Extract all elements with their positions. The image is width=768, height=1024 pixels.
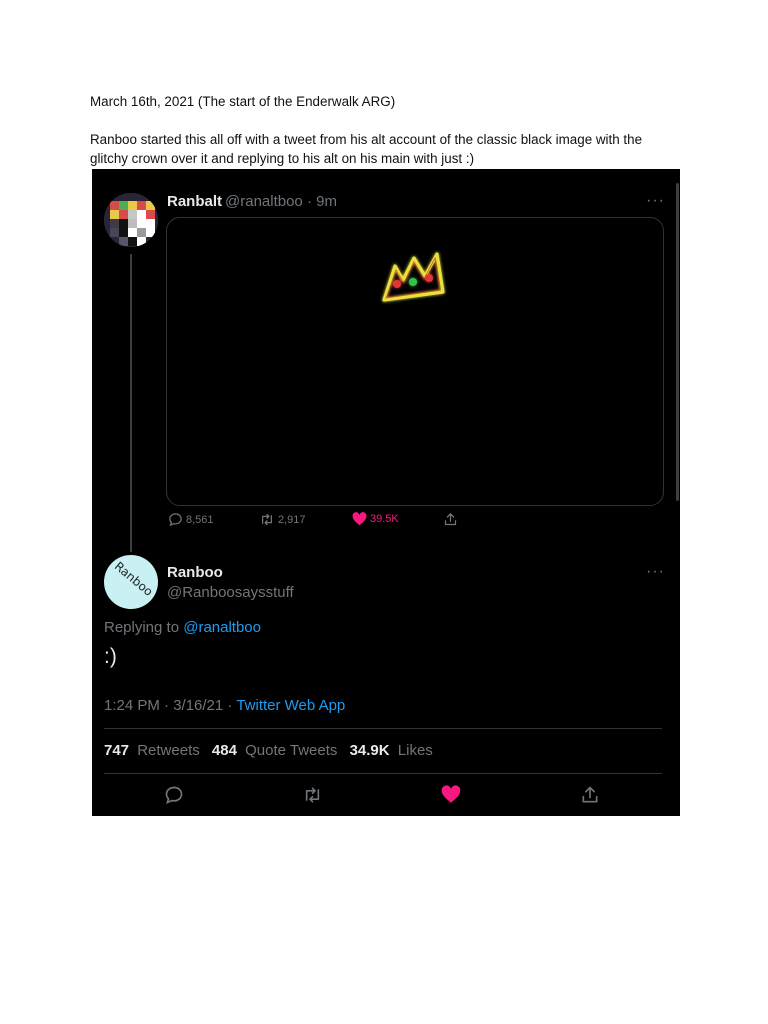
share-icon <box>582 786 598 803</box>
tweet-source[interactable]: Twitter Web App <box>236 697 345 714</box>
ranboo-avatar[interactable]: Ranboo <box>104 555 158 609</box>
quote-tweets-count: 484 <box>211 742 237 759</box>
retweets-label: Retweets <box>137 742 200 759</box>
replying-to-line: Replying to @ranaltboo <box>104 619 261 636</box>
share-button[interactable] <box>580 785 600 810</box>
ranbalt-display-name[interactable]: Ranbalt <box>167 193 222 210</box>
likes-stat[interactable]: 34.9K Likes <box>350 742 437 759</box>
ranboo-display-name[interactable]: Ranboo <box>167 564 223 581</box>
like-count: 39.5K <box>370 513 399 525</box>
thread-connector-line <box>130 254 132 552</box>
document-heading: March 16th, 2021 (The start of the Ender… <box>90 94 396 109</box>
replying-to-label: Replying to <box>104 619 180 636</box>
likes-count: 34.9K <box>349 742 390 759</box>
like-button[interactable] <box>441 785 461 809</box>
heart-icon <box>352 512 367 526</box>
tweet-timestamp[interactable]: 1:24 PM · 3/16/21 · <box>104 697 232 714</box>
likes-label: Likes <box>397 742 433 759</box>
more-options-icon[interactable]: ··· <box>646 192 665 210</box>
divider <box>104 773 662 774</box>
separator-dot: · <box>306 193 312 210</box>
reply-count: 8,561 <box>186 513 214 526</box>
retweet-icon <box>305 787 320 803</box>
quote-tweets-label: Quote Tweets <box>245 742 338 759</box>
like-button[interactable]: 39.5K <box>352 512 399 526</box>
tweet-meta: 1:24 PM · 3/16/21 · Twitter Web App <box>104 697 345 714</box>
share-icon <box>444 513 457 526</box>
replying-to-mention[interactable]: @ranaltboo <box>183 619 261 636</box>
ranboo-handle[interactable]: @Ranboosaysstuff <box>167 584 294 601</box>
avatar-text: Ranboo <box>111 559 156 599</box>
retweet-count: 2,917 <box>278 513 306 526</box>
reply-icon <box>169 513 182 527</box>
ranbalt-avatar[interactable] <box>104 193 158 247</box>
more-options-icon[interactable]: ··· <box>646 563 665 581</box>
retweets-stat[interactable]: 747 Retweets <box>104 742 204 759</box>
paragraph-line-1: Ranboo started this all off with a tweet… <box>90 132 643 147</box>
ranbalt-handle[interactable]: @ranaltboo <box>225 193 303 210</box>
retweets-count: 747 <box>104 742 130 759</box>
heart-icon <box>441 785 461 803</box>
divider <box>104 728 662 729</box>
quote-tweets-stat[interactable]: 484 Quote Tweets <box>212 742 341 759</box>
retweet-button[interactable] <box>302 785 323 810</box>
scrollbar[interactable] <box>676 183 679 501</box>
tweet-media-image[interactable] <box>166 217 664 506</box>
paragraph-line-2: glitchy crown over it and replying to hi… <box>90 151 475 166</box>
ranbalt-handle-time: @ranaltboo · 9m <box>225 193 337 210</box>
reply-button[interactable] <box>164 785 184 810</box>
tweet-time[interactable]: 9m <box>316 193 337 210</box>
retweet-button[interactable]: 2,917 <box>259 512 306 527</box>
crown-image <box>382 252 445 302</box>
reply-button[interactable]: 8,561 <box>168 512 214 527</box>
retweet-icon <box>262 513 272 526</box>
tweet-text: :) <box>104 645 117 668</box>
reply-icon <box>165 786 183 804</box>
share-button[interactable] <box>443 512 458 527</box>
tweet-stats: 747 Retweets 484 Quote Tweets 34.9K Like… <box>104 742 441 759</box>
